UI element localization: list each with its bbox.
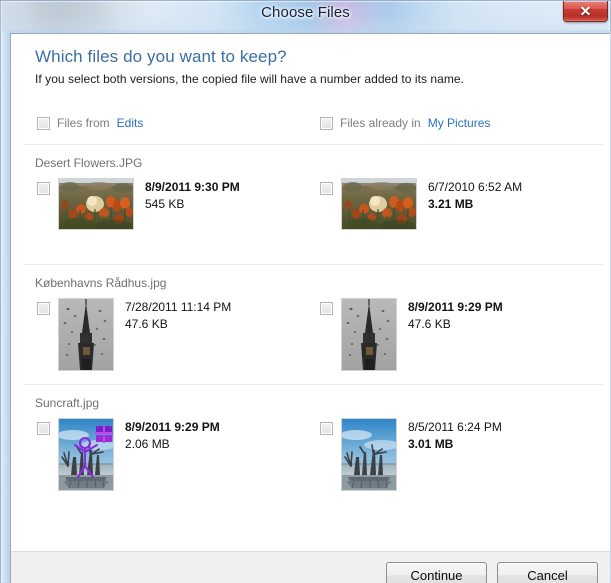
file-date: 8/9/2011 9:29 PM — [408, 300, 503, 314]
window-title: Choose Files — [261, 4, 350, 21]
file-size: 2.06 MB — [125, 437, 170, 451]
file-size: 3.01 MB — [408, 437, 454, 451]
file-thumbnail — [341, 178, 417, 230]
file-thumbnail — [341, 418, 397, 491]
file-metadata: 8/9/2011 9:29 PM 2.06 MB — [125, 419, 220, 453]
file-size: 47.6 KB — [125, 317, 168, 331]
column-header-edits-label: Files from — [57, 116, 110, 130]
my-pictures-folder-link[interactable]: My Pictures — [428, 116, 491, 130]
file-date: 8/9/2011 9:29 PM — [125, 420, 220, 434]
file-size: 3.21 MB — [428, 197, 474, 211]
column-header-my-pictures-label: Files already in — [340, 116, 421, 130]
file-version-entry-right[interactable]: 8/5/2011 6:24 PM 3.01 MB — [320, 418, 502, 491]
group-separator — [25, 144, 603, 145]
file-name-label: Københavns Rådhus.jpg — [35, 276, 167, 290]
file-version-entry-left[interactable]: 7/28/2011 11:14 PM 47.6 KB — [37, 298, 231, 371]
column-header-edits[interactable]: Files from Edits — [37, 116, 143, 130]
version-checkbox-left[interactable] — [37, 182, 50, 195]
continue-button[interactable]: Continue — [386, 562, 487, 583]
file-version-entry-left[interactable]: 8/9/2011 9:29 PM 2.06 MB — [37, 418, 220, 491]
file-size: 545 KB — [145, 197, 185, 211]
version-checkbox-right[interactable] — [320, 182, 333, 195]
file-thumbnail — [58, 418, 114, 491]
dialog-client-area: Which files do you want to keep? If you … — [10, 33, 610, 583]
file-thumbnail — [58, 178, 134, 230]
file-metadata: 6/7/2010 6:52 AM 3.21 MB — [428, 179, 522, 213]
version-checkbox-left[interactable] — [37, 302, 50, 315]
edits-folder-link[interactable]: Edits — [117, 116, 144, 130]
group-separator — [25, 264, 603, 265]
dialog-footer: Continue Cancel — [11, 551, 610, 583]
version-checkbox-right[interactable] — [320, 422, 333, 435]
version-checkbox-right[interactable] — [320, 302, 333, 315]
file-conflict-group: Københavns Rådhus.jpg 7/28/2011 11:14 PM… — [11, 276, 610, 396]
file-version-entry-right[interactable]: 6/7/2010 6:52 AM 3.21 MB — [320, 178, 522, 230]
close-button[interactable]: ✕ — [563, 1, 608, 22]
choose-files-dialog: Choose Files ✕ Which files do you want t… — [0, 0, 611, 583]
select-all-my-pictures-checkbox[interactable] — [320, 116, 333, 130]
file-name-label: Desert Flowers.JPG — [35, 156, 143, 170]
file-size: 47.6 KB — [408, 317, 451, 331]
file-thumbnail — [58, 298, 114, 371]
column-header-my-pictures[interactable]: Files already in My Pictures — [320, 116, 490, 130]
file-date: 6/7/2010 6:52 AM — [428, 180, 523, 194]
file-metadata: 7/28/2011 11:14 PM 47.6 KB — [125, 299, 231, 333]
file-conflict-group: Desert Flowers.JPG 8/9/2011 9:30 PM 545 … — [11, 156, 610, 276]
title-bar[interactable]: Choose Files ✕ — [0, 0, 611, 31]
window-left-border — [1, 31, 9, 583]
page-subtitle: If you select both versions, the copied … — [35, 72, 465, 86]
select-all-edits-checkbox[interactable] — [37, 116, 50, 130]
file-version-entry-left[interactable]: 8/9/2011 9:30 PM 545 KB — [37, 178, 240, 230]
file-metadata: 8/5/2011 6:24 PM 3.01 MB — [408, 419, 502, 453]
file-conflict-group: Suncraft.jpg 8/9/2011 9:29 PM 2.06 MB 8/… — [11, 396, 610, 516]
file-metadata: 8/9/2011 9:29 PM 47.6 KB — [408, 299, 503, 333]
page-title: Which files do you want to keep? — [35, 47, 287, 66]
file-name-label: Suncraft.jpg — [35, 396, 100, 410]
cancel-button[interactable]: Cancel — [497, 562, 598, 583]
file-date: 8/5/2011 6:24 PM — [408, 420, 502, 434]
file-date: 7/28/2011 11:14 PM — [125, 300, 232, 314]
file-date: 8/9/2011 9:30 PM — [145, 180, 240, 194]
version-checkbox-left[interactable] — [37, 422, 50, 435]
file-version-entry-right[interactable]: 8/9/2011 9:29 PM 47.6 KB — [320, 298, 503, 371]
group-separator — [25, 384, 603, 385]
close-icon: ✕ — [579, 3, 592, 19]
file-thumbnail — [341, 298, 397, 371]
file-metadata: 8/9/2011 9:30 PM 545 KB — [145, 179, 240, 213]
